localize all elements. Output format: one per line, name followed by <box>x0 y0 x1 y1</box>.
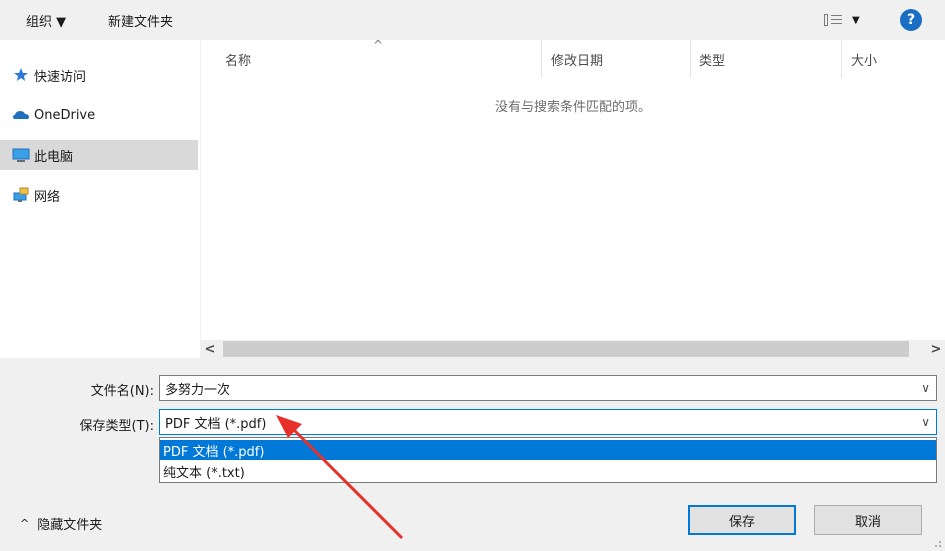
scroll-right-button[interactable]: > <box>927 340 945 358</box>
nav-item-quick-access[interactable]: 快速访问 <box>0 60 198 90</box>
organize-button[interactable]: 组织 ▼ <box>18 6 74 34</box>
nav-item-onedrive[interactable]: OneDrive <box>0 100 198 130</box>
navigation-pane: 快速访问 OneDrive 此电脑 网络 <box>0 40 200 358</box>
savetype-option-txt[interactable]: 纯文本 (*.txt) <box>160 461 936 481</box>
column-header-size[interactable]: 大小 <box>851 50 877 69</box>
computer-icon <box>12 148 30 162</box>
sort-indicator: ^ <box>373 38 384 52</box>
column-divider[interactable] <box>541 40 542 78</box>
scroll-thumb[interactable] <box>223 341 909 357</box>
column-divider[interactable] <box>841 40 842 78</box>
network-icon <box>13 187 29 202</box>
savetype-option-pdf[interactable]: PDF 文档 (*.pdf) <box>160 440 936 460</box>
save-button[interactable]: 保存 <box>688 505 796 535</box>
hide-folders-label: 隐藏文件夹 <box>37 518 103 533</box>
nav-item-label: 网络 <box>34 189 61 205</box>
chevron-down-icon[interactable]: ∨ <box>921 415 930 429</box>
savetype-value: PDF 文档 (*.pdf) <box>165 416 267 432</box>
cloud-icon <box>13 111 29 119</box>
nav-item-label: 此电脑 <box>34 149 74 165</box>
chevron-down-icon[interactable]: ∨ <box>921 381 930 395</box>
cancel-button-label: 取消 <box>854 514 881 530</box>
savetype-dropdown-list: PDF 文档 (*.pdf) 纯文本 (*.txt) <box>159 437 937 483</box>
nav-item-label: 快速访问 <box>34 69 87 85</box>
view-options-icon <box>824 12 846 28</box>
cancel-button[interactable]: 取消 <box>814 505 922 535</box>
option-label: PDF 文档 (*.pdf) <box>163 444 265 460</box>
filename-value: 多努力一次 <box>165 382 231 398</box>
column-header-name[interactable]: 名称 <box>225 50 251 69</box>
savetype-select[interactable]: PDF 文档 (*.pdf) ∨ <box>159 409 937 435</box>
filename-label: 文件名(N): <box>90 384 154 399</box>
option-label: 纯文本 (*.txt) <box>163 465 245 481</box>
chevron-up-icon: ^ <box>20 517 30 530</box>
hide-folders-toggle[interactable]: ^ 隐藏文件夹 <box>20 514 102 533</box>
column-header-date[interactable]: 修改日期 <box>551 50 603 69</box>
command-bar: 组织 ▼ 新建文件夹 ▼ ? <box>0 0 945 40</box>
star-pin-icon <box>14 68 28 81</box>
help-icon: ? <box>906 12 916 28</box>
view-options-button[interactable]: ▼ <box>816 6 868 34</box>
view-caret: ▼ <box>852 14 860 26</box>
new-folder-button[interactable]: 新建文件夹 <box>100 6 181 34</box>
help-button[interactable]: ? <box>900 9 922 31</box>
resize-grip-icon[interactable] <box>932 538 942 548</box>
nav-item-label: OneDrive <box>34 107 96 123</box>
column-header-type[interactable]: 类型 <box>699 50 725 69</box>
new-folder-label: 新建文件夹 <box>108 14 174 30</box>
savetype-label: 保存类型(T): <box>79 419 154 434</box>
nav-item-network[interactable]: 网络 <box>0 180 198 210</box>
horizontal-scrollbar[interactable]: < > <box>201 340 945 358</box>
filename-input[interactable]: 多努力一次 ∨ <box>159 375 937 401</box>
column-divider[interactable] <box>690 40 691 78</box>
scroll-left-button[interactable]: < <box>201 340 219 358</box>
save-button-label: 保存 <box>728 514 755 530</box>
organize-label: 组织 ▼ <box>26 14 67 30</box>
empty-message: 没有与搜索条件匹配的项。 <box>494 100 651 115</box>
nav-item-this-pc[interactable]: 此电脑 <box>0 140 198 170</box>
file-list[interactable]: ^ 名称 修改日期 类型 大小 没有与搜索条件匹配的项。 <box>201 38 945 340</box>
